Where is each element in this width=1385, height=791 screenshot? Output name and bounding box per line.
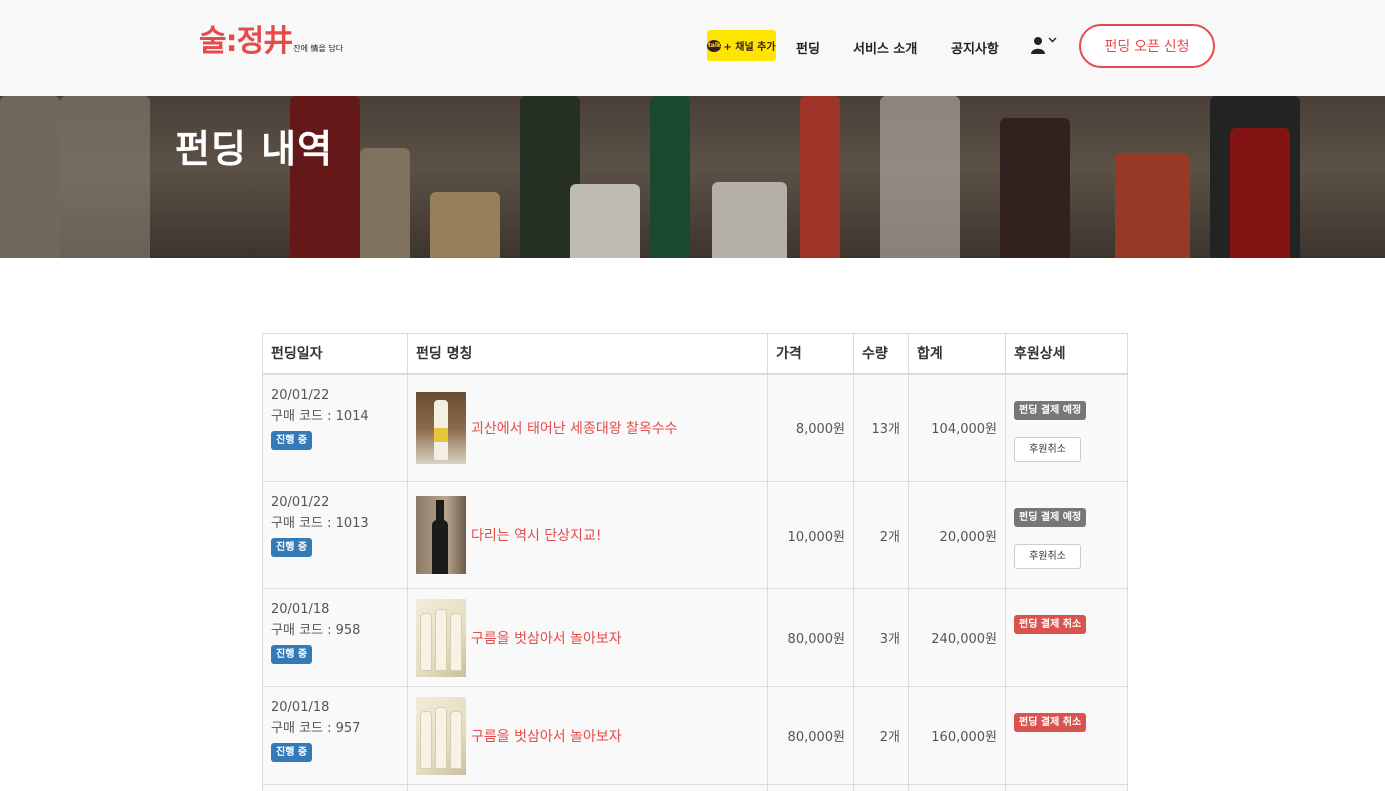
table-row: 20/01/18 구매 코드 : 957 진행 중 구름을 벗삼아서 놀아보자 (262, 686, 1128, 785)
funding-history-table: 펀딩일자 펀딩 명칭 가격 수량 합계 후원상세 20/01/22 구매 코드 … (262, 333, 1128, 791)
page-title: 펀딩 내역 (175, 127, 334, 171)
kakao-channel-label: + 채널 추가 (723, 42, 776, 53)
kakao-channel-button[interactable]: talk + 채널 추가 (707, 30, 776, 61)
header-funding-name: 펀딩 명칭 (407, 333, 768, 375)
user-menu[interactable] (1031, 36, 1057, 54)
table-header-row: 펀딩일자 펀딩 명칭 가격 수량 합계 후원상세 (262, 333, 1128, 375)
cell-date: 20/01/18 구매 코드 : 958 진행 중 (262, 588, 408, 687)
cell-quantity: 3개 (853, 588, 909, 687)
cell-name: 다리는 역시 단상지교! (407, 481, 768, 589)
cell-quantity: 2개 (853, 481, 909, 589)
cell-price: 10,000원 (767, 481, 854, 589)
table-row (262, 784, 1128, 791)
funding-date: 20/01/18 (271, 700, 330, 715)
cell-price: 80,000원 (767, 588, 854, 687)
cell-total: 104,000원 (908, 373, 1006, 482)
product-thumbnail[interactable] (416, 696, 466, 775)
status-badge: 진행 중 (271, 743, 313, 762)
product-thumbnail[interactable] (416, 391, 466, 464)
cell-total: 160,000원 (908, 686, 1006, 785)
cell-price: 8,000원 (767, 373, 854, 482)
cell-support-detail: 펀딩 결제 취소 (1005, 588, 1128, 687)
payment-status-badge: 펀딩 결제 예정 (1014, 400, 1087, 420)
page-banner: 펀딩 내역 (0, 96, 1385, 258)
nav-funding[interactable]: 펀딩 (796, 38, 820, 57)
cell-name: 구름을 벗삼아서 놀아보자 (407, 588, 768, 687)
payment-status-badge: 펀딩 결제 취소 (1014, 713, 1087, 732)
logo-main-text: 술:정井 (199, 24, 293, 59)
cell-total: 20,000원 (908, 481, 1006, 589)
payment-status-badge: 펀딩 결제 예정 (1014, 508, 1087, 527)
funding-date: 20/01/22 (271, 495, 330, 510)
purchase-code: 구매 코드 : 1013 (271, 516, 369, 531)
cell-quantity: 13개 (853, 373, 909, 482)
header-funding-date: 펀딩일자 (262, 333, 408, 375)
funding-name-link[interactable]: 괴산에서 태어난 세종대왕 찰옥수수 (471, 418, 678, 438)
cell-total: 240,000원 (908, 588, 1006, 687)
cell-support-detail: 펀딩 결제 예정 후원취소 (1005, 481, 1128, 589)
funding-name-link[interactable]: 다리는 역시 단상지교! (471, 525, 601, 545)
cell-date: 20/01/22 구매 코드 : 1013 진행 중 (262, 481, 408, 589)
header-support-detail: 후원상세 (1005, 333, 1128, 375)
funding-name-link[interactable]: 구름을 벗삼아서 놀아보자 (471, 726, 622, 746)
chevron-down-icon (1048, 37, 1057, 43)
product-thumbnail[interactable] (416, 598, 466, 677)
nav-notice[interactable]: 공지사항 (951, 38, 999, 57)
table-row: 20/01/22 구매 코드 : 1013 진행 중 다리는 역시 단상지교! … (262, 481, 1128, 589)
cell-name: 괴산에서 태어난 세종대왕 찰옥수수 (407, 373, 768, 482)
purchase-code: 구매 코드 : 957 (271, 721, 361, 736)
cell-support-detail: 펀딩 결제 예정 후원취소 (1005, 373, 1128, 482)
funding-name-link[interactable]: 구름을 벗삼아서 놀아보자 (471, 628, 622, 648)
cell-support-detail: 펀딩 결제 취소 (1005, 686, 1128, 785)
purchase-code: 구매 코드 : 958 (271, 623, 361, 638)
product-thumbnail[interactable] (416, 496, 466, 574)
cell-quantity: 2개 (853, 686, 909, 785)
status-badge: 진행 중 (271, 645, 313, 664)
table-row: 20/01/22 구매 코드 : 1014 진행 중 괴산에서 태어난 세종대왕… (262, 373, 1128, 482)
header-total: 합계 (908, 333, 1006, 375)
site-header: 술:정井 잔에 情을 담다 talk + 채널 추가 펀딩 서비스 소개 공지사… (0, 0, 1385, 96)
user-icon (1031, 37, 1045, 54)
header-price: 가격 (767, 333, 854, 375)
kakao-talk-icon: talk (707, 39, 722, 52)
funding-open-request-button[interactable]: 펀딩 오픈 신청 (1079, 24, 1215, 68)
funding-date: 20/01/22 (271, 387, 330, 403)
funding-date: 20/01/18 (271, 602, 330, 617)
header-quantity: 수량 (853, 333, 909, 375)
logo-sub-text: 잔에 情을 담다 (293, 44, 344, 53)
table-row: 20/01/18 구매 코드 : 958 진행 중 구름을 벗삼아서 놀아보자 (262, 588, 1128, 687)
cell-date: 20/01/22 구매 코드 : 1014 진행 중 (262, 373, 408, 482)
cell-name: 구름을 벗삼아서 놀아보자 (407, 686, 768, 785)
cell-price: 80,000원 (767, 686, 854, 785)
cancel-support-button[interactable]: 후원취소 (1014, 436, 1081, 462)
nav-service-intro[interactable]: 서비스 소개 (853, 38, 917, 57)
purchase-code: 구매 코드 : 1014 (271, 408, 369, 424)
cancel-support-button[interactable]: 후원취소 (1014, 544, 1081, 569)
status-badge: 진행 중 (271, 538, 313, 557)
cell-date: 20/01/18 구매 코드 : 957 진행 중 (262, 686, 408, 785)
site-logo[interactable]: 술:정井 잔에 情을 담다 (199, 20, 343, 60)
status-badge: 진행 중 (271, 430, 313, 450)
payment-status-badge: 펀딩 결제 취소 (1014, 615, 1087, 634)
